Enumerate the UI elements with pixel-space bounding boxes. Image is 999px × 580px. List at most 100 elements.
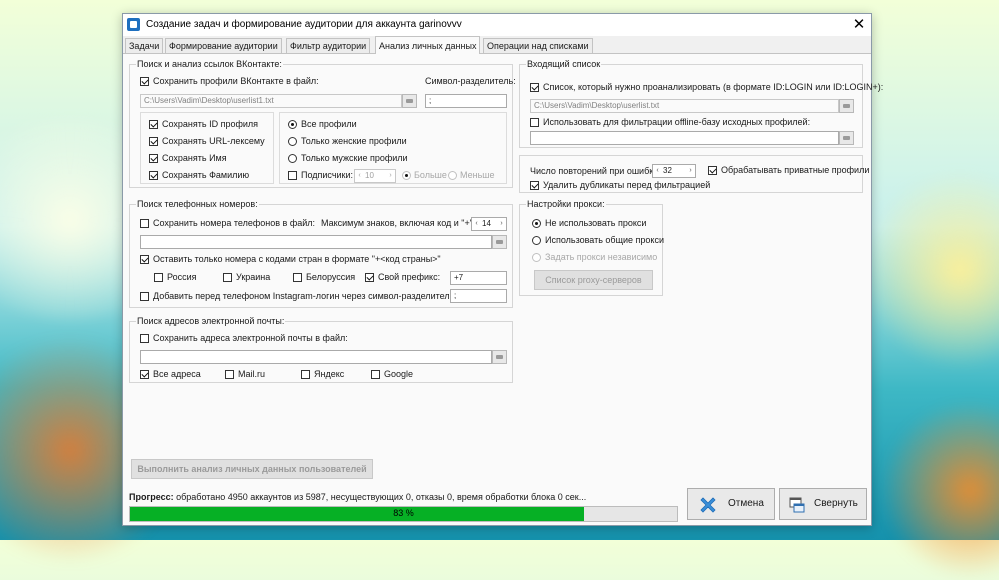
less-radio[interactable] <box>448 171 457 180</box>
mailru-label: Mail.ru <box>238 369 266 379</box>
cancel-label: Отмена <box>728 498 764 509</box>
spinner-left-icon[interactable]: ‹ <box>355 170 364 182</box>
country-code-only-checkbox[interactable] <box>140 255 149 264</box>
tab-list-operations[interactable]: Операции над списками <box>483 38 593 53</box>
emails-title: Поиск адресов электронной почты: <box>136 316 286 327</box>
window-title: Создание задач и формирование аудитории … <box>146 19 462 30</box>
spinner-left-icon[interactable]: ‹ <box>653 165 662 177</box>
yandex-checkbox[interactable] <box>301 370 310 379</box>
all-emails-checkbox[interactable] <box>140 370 149 379</box>
tab-bar: Задачи Формирование аудитории Фильтр ауд… <box>123 36 871 54</box>
run-analysis-button[interactable]: Выполнить анализ личных данных пользоват… <box>131 459 373 479</box>
private-profiles-checkbox[interactable] <box>708 166 717 175</box>
progress-label: Прогресс: <box>129 492 174 502</box>
retries-spinner[interactable]: ‹ 32 › <box>652 164 696 178</box>
instagram-login-label: Добавить перед телефоном Instagram-логин… <box>153 291 457 301</box>
title-bar: Создание задач и формирование аудитории … <box>123 14 871 36</box>
more-radio[interactable] <box>402 171 411 180</box>
progress-text: Прогресс: обработано 4950 аккаунтов из 5… <box>129 492 586 502</box>
collapse-label: Свернуть <box>814 498 858 509</box>
subscribers-checkbox[interactable] <box>288 171 297 180</box>
cancel-icon <box>700 497 716 513</box>
russia-label: Россия <box>167 272 197 282</box>
custom-prefix-checkbox[interactable] <box>365 273 374 282</box>
browse-emails-file-button[interactable] <box>492 350 507 364</box>
max-chars-spinner[interactable]: ‹ 14 › <box>471 217 507 231</box>
app-icon <box>127 18 140 31</box>
no-proxy-radio[interactable] <box>532 219 541 228</box>
analyze-list-label: Список, который нужно проанализировать (… <box>543 82 884 92</box>
emails-file-path-input[interactable] <box>140 350 492 364</box>
analyze-list-checkbox[interactable] <box>530 83 539 92</box>
ukraine-label: Украина <box>236 272 271 282</box>
save-id-checkbox[interactable] <box>149 120 158 129</box>
spinner-right-icon[interactable]: › <box>497 218 506 230</box>
spinner-right-icon[interactable]: › <box>686 165 695 177</box>
instagram-delimiter-input[interactable]: ; <box>450 289 507 303</box>
task-window: Создание задач и формирование аудитории … <box>122 13 883 526</box>
profile-fields-box: Сохранять ID профиля Сохранять URL-лексе… <box>140 112 274 184</box>
shared-proxy-radio[interactable] <box>532 236 541 245</box>
google-checkbox[interactable] <box>371 370 380 379</box>
russia-checkbox[interactable] <box>154 273 163 282</box>
tab-audience-forming[interactable]: Формирование аудитории <box>165 38 282 53</box>
subscribers-spinner[interactable]: ‹ 10 › <box>354 169 396 183</box>
profiles-file-path-input[interactable]: C:\Users\Vadim\Desktop\userlist1.txt <box>140 94 402 108</box>
all-profiles-label: Все профили <box>301 119 357 129</box>
cancel-button[interactable]: Отмена <box>687 488 775 520</box>
all-profiles-radio[interactable] <box>288 120 297 129</box>
proxy-group: Настройки прокси: Не использовать прокси… <box>519 199 664 296</box>
progress-percent: 83 % <box>393 508 414 518</box>
offline-base-checkbox[interactable] <box>530 118 539 127</box>
gender-filter-box: Все профили Только женские профили Тольк… <box>279 112 507 184</box>
save-id-label: Сохранять ID профиля <box>162 119 259 129</box>
custom-prefix-label: Свой префикс: <box>378 272 441 282</box>
proxy-servers-button[interactable]: Список proxy-серверов <box>534 270 653 290</box>
save-url-checkbox[interactable] <box>149 137 158 146</box>
more-label: Больше <box>414 170 447 180</box>
instagram-login-checkbox[interactable] <box>140 292 149 301</box>
tab-panel: Поиск и анализ ссылок ВКонтакте: Сохрани… <box>123 53 883 525</box>
browse-offline-base-button[interactable] <box>839 131 854 145</box>
save-last-name-label: Сохранять Фамилию <box>162 170 250 180</box>
incoming-list-path-input[interactable]: C:\Users\Vadim\Desktop\userlist.txt <box>530 99 839 113</box>
browse-incoming-list-button[interactable] <box>839 99 854 113</box>
belarus-checkbox[interactable] <box>293 273 302 282</box>
phones-file-path-input[interactable] <box>140 235 492 249</box>
tab-personal-data-analysis[interactable]: Анализ личных данных <box>375 36 481 54</box>
close-icon[interactable]: ✕ <box>849 15 869 35</box>
tab-tasks[interactable]: Задачи <box>125 38 164 53</box>
save-emails-label: Сохранить адреса электронной почты в фай… <box>153 333 348 343</box>
retries-group: Число повторений при ошибке: ‹ 32 › Обра… <box>519 155 869 193</box>
retries-label: Число повторений при ошибке: <box>530 166 661 176</box>
save-emails-checkbox[interactable] <box>140 334 149 343</box>
no-proxy-label: Не использовать прокси <box>545 218 647 228</box>
phones-title: Поиск телефонных номеров: <box>136 199 259 210</box>
save-profiles-checkbox[interactable] <box>140 77 149 86</box>
collapse-icon <box>789 497 805 513</box>
less-label: Меньше <box>460 170 495 180</box>
collapse-button[interactable]: Свернуть <box>779 488 867 520</box>
spinner-right-icon[interactable]: › <box>386 170 395 182</box>
browse-profiles-file-button[interactable] <box>402 94 417 108</box>
save-first-name-checkbox[interactable] <box>149 154 158 163</box>
browse-phones-file-button[interactable] <box>492 235 507 249</box>
save-phones-checkbox[interactable] <box>140 219 149 228</box>
offline-base-path-input[interactable] <box>530 131 839 145</box>
ukraine-checkbox[interactable] <box>223 273 232 282</box>
save-phones-label: Сохранить номера телефонов в файл: <box>153 218 316 228</box>
save-last-name-checkbox[interactable] <box>149 171 158 180</box>
male-profiles-radio[interactable] <box>288 154 297 163</box>
yandex-label: Яндекс <box>314 369 345 379</box>
custom-proxy-radio[interactable] <box>532 253 541 262</box>
female-profiles-radio[interactable] <box>288 137 297 146</box>
delimiter-input[interactable]: ; <box>425 94 507 108</box>
custom-prefix-input[interactable]: +7 <box>450 271 507 285</box>
tab-audience-filter[interactable]: Фильтр аудитории <box>286 38 371 53</box>
spinner-left-icon[interactable]: ‹ <box>472 218 481 230</box>
vk-links-title: Поиск и анализ ссылок ВКонтакте: <box>136 59 283 70</box>
save-first-name-label: Сохранять Имя <box>162 153 227 163</box>
dedupe-checkbox[interactable] <box>530 181 539 190</box>
private-profiles-label: Обрабатывать приватные профили <box>721 165 870 175</box>
mailru-checkbox[interactable] <box>225 370 234 379</box>
